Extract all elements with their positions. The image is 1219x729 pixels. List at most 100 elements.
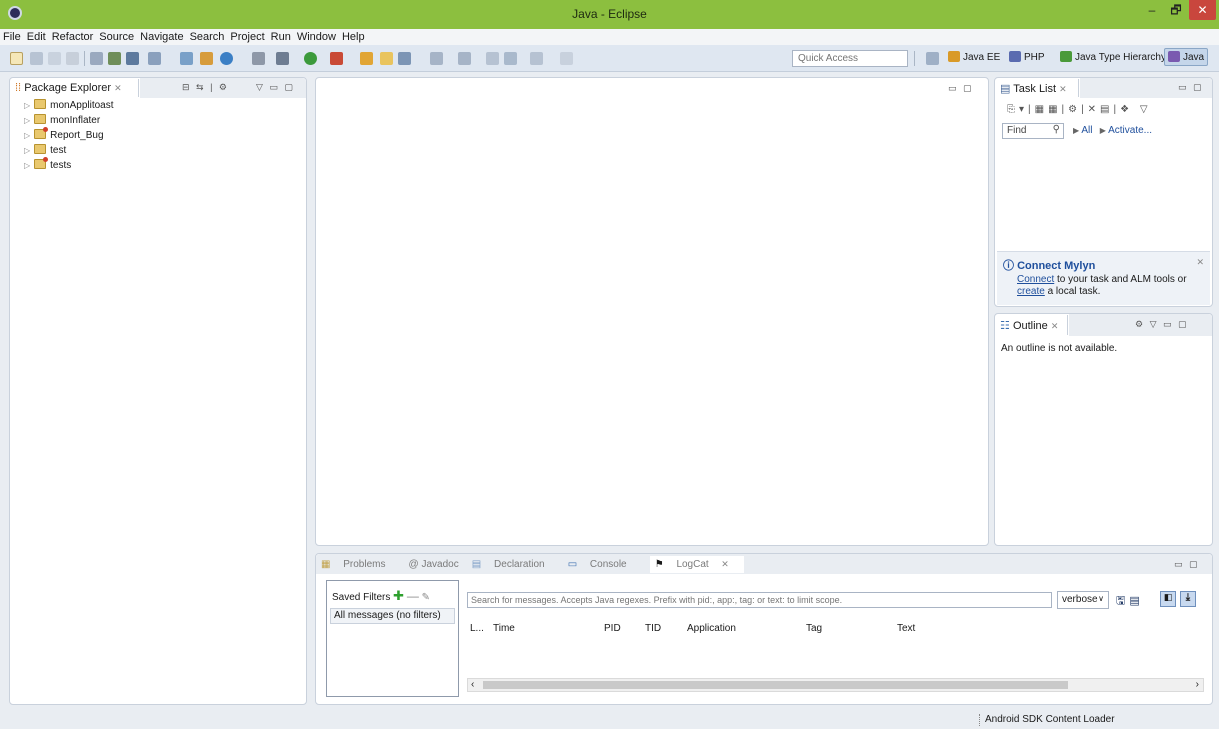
editor-minmax-icons[interactable]: ▭ ▢: [948, 83, 974, 94]
new-package-icon[interactable]: [220, 52, 233, 65]
column-level[interactable]: L...: [470, 623, 484, 634]
avd-manager-icon[interactable]: [108, 52, 121, 65]
prev-annotation-icon[interactable]: [458, 52, 471, 65]
create-link[interactable]: create: [1017, 286, 1045, 297]
tree-item-tests[interactable]: ▷ tests: [24, 157, 71, 171]
menu-project[interactable]: Project: [227, 29, 267, 45]
task-find-input[interactable]: Find ⚲: [1002, 123, 1064, 139]
add-filter-icon[interactable]: ✚: [393, 588, 404, 603]
logcat-action-icons[interactable]: 🖫▤: [1116, 592, 1144, 611]
tab-javadoc[interactable]: @ Javadoc: [409, 559, 459, 570]
skip-breakpoints-icon[interactable]: [252, 52, 265, 65]
quick-access-input[interactable]: [792, 50, 908, 67]
close-tab-icon[interactable]: ✕: [1059, 84, 1067, 94]
view-menu-icon[interactable]: ▽ ▭ ▢: [256, 82, 295, 93]
close-tab-icon[interactable]: ✕: [1051, 321, 1059, 331]
open-perspective-icon[interactable]: [926, 52, 939, 65]
perspective-php[interactable]: PHP: [1009, 51, 1045, 63]
menu-source[interactable]: Source: [96, 29, 137, 45]
column-time[interactable]: Time: [493, 623, 515, 634]
android-sdk-icon[interactable]: [90, 52, 103, 65]
tab-problems[interactable]: ▦ Problems: [321, 559, 395, 570]
bottom-minmax-icons[interactable]: ▭ ▢: [1174, 559, 1200, 570]
close-mylyn-icon[interactable]: ✕: [1196, 257, 1204, 268]
menu-window[interactable]: Window: [294, 29, 339, 45]
scroll-right-icon[interactable]: ›: [1196, 679, 1199, 690]
new-class-icon[interactable]: [200, 52, 213, 65]
column-tag[interactable]: Tag: [806, 623, 822, 634]
logcat-search-input[interactable]: [467, 592, 1052, 608]
tree-item-moninflater[interactable]: ▷ monInflater: [24, 114, 100, 126]
menu-refactor[interactable]: Refactor: [49, 29, 97, 45]
outline-view-icons[interactable]: ⚙ ▽ ▭ ▢: [1135, 319, 1189, 330]
tab-package-explorer[interactable]: ⁞⁞ Package Explorer ✕: [11, 79, 139, 97]
tab-outline[interactable]: ☷ Outline ✕: [996, 315, 1068, 335]
expand-icon[interactable]: ▷: [24, 146, 30, 155]
tab-logcat[interactable]: ⚑ LogCat ✕: [649, 556, 744, 573]
close-tab-icon[interactable]: ✕: [114, 83, 122, 93]
scrollbar-thumb[interactable]: [483, 681, 1068, 689]
next-annotation-icon[interactable]: [430, 52, 443, 65]
column-tid[interactable]: TID: [645, 623, 661, 634]
tab-task-list[interactable]: ▤ Task List ✕: [996, 79, 1079, 97]
new-android-icon[interactable]: [180, 52, 193, 65]
expand-icon[interactable]: ▷: [24, 131, 30, 140]
task-list-toolbar[interactable]: ⎘▾|▦▦|⚙|✕▤|❖ ▽: [1007, 104, 1152, 115]
print-icon[interactable]: [66, 52, 79, 65]
menu-search[interactable]: Search: [187, 29, 228, 45]
forward-icon[interactable]: [530, 52, 543, 65]
menu-run[interactable]: Run: [268, 29, 294, 45]
minimize-button[interactable]: –: [1140, 0, 1164, 20]
column-application[interactable]: Application: [687, 623, 736, 634]
perspective-java-ee[interactable]: Java EE: [948, 51, 1000, 63]
tab-declaration[interactable]: ▤ Declaration: [472, 559, 555, 570]
task-filter-all[interactable]: All: [1081, 125, 1092, 136]
perspective-java-type-hierarchy[interactable]: Java Type Hierarchy: [1060, 51, 1166, 63]
save-icon[interactable]: [30, 52, 43, 65]
search-toolbar-icon[interactable]: [398, 52, 411, 65]
expand-icon[interactable]: ▷: [24, 116, 30, 125]
perspective-java[interactable]: Java: [1164, 48, 1209, 66]
open-folder-icon[interactable]: [380, 52, 393, 65]
run-icon[interactable]: [304, 52, 317, 65]
expand-icon[interactable]: ▷: [24, 101, 30, 110]
package-explorer-actions[interactable]: ⊟ ⇆ | ⚙: [182, 82, 229, 93]
menu-navigate[interactable]: Navigate: [137, 29, 186, 45]
log-level-select[interactable]: verbose ∨: [1057, 591, 1109, 609]
tree-item-test[interactable]: ▷ test: [24, 144, 66, 156]
tree-item-monapplitoast[interactable]: ▷ monApplitoast: [24, 99, 114, 111]
remove-filter-icon[interactable]: —: [407, 589, 419, 603]
save-all-icon[interactable]: [48, 52, 61, 65]
scroll-lock-icon[interactable]: ⤓: [1180, 591, 1196, 607]
close-button[interactable]: ✕: [1189, 0, 1216, 20]
outline-message: An outline is not available.: [1001, 343, 1118, 354]
search-icon: ⚲: [1052, 124, 1060, 135]
filter-all-messages[interactable]: All messages (no filters): [330, 608, 455, 624]
lint-icon[interactable]: [126, 52, 139, 65]
tab-console[interactable]: ▭ Console: [568, 559, 637, 570]
menu-edit[interactable]: Edit: [24, 29, 49, 45]
last-edit-icon[interactable]: [486, 52, 499, 65]
restore-button[interactable]: 🗗: [1164, 0, 1188, 20]
column-pid[interactable]: PID: [604, 623, 621, 634]
back-icon[interactable]: [504, 52, 517, 65]
tree-item-report-bug[interactable]: ▷ Report_Bug: [24, 127, 104, 141]
scroll-left-icon[interactable]: ‹: [471, 679, 474, 690]
toggle-scroll-icon[interactable]: ◧: [1160, 591, 1176, 607]
task-activate-link[interactable]: Activate...: [1108, 125, 1152, 136]
checkbox-icon[interactable]: [148, 52, 161, 65]
new-icon[interactable]: [10, 52, 23, 65]
external-tools-icon[interactable]: [330, 52, 343, 65]
pin-editor-icon[interactable]: [560, 52, 573, 65]
expand-icon[interactable]: ▷: [24, 161, 30, 170]
open-type-icon[interactable]: [360, 52, 373, 65]
menu-file[interactable]: File: [0, 29, 24, 45]
php-icon: [1009, 51, 1021, 62]
column-text[interactable]: Text: [897, 623, 915, 634]
edit-filter-icon[interactable]: ✎: [422, 592, 430, 603]
debug-icon[interactable]: [276, 52, 289, 65]
connect-link[interactable]: Connect: [1017, 274, 1054, 285]
horizontal-scrollbar[interactable]: ‹ ›: [467, 678, 1204, 692]
menu-help[interactable]: Help: [339, 29, 368, 45]
task-list-minmax-icons[interactable]: ▭ ▢: [1178, 82, 1204, 93]
